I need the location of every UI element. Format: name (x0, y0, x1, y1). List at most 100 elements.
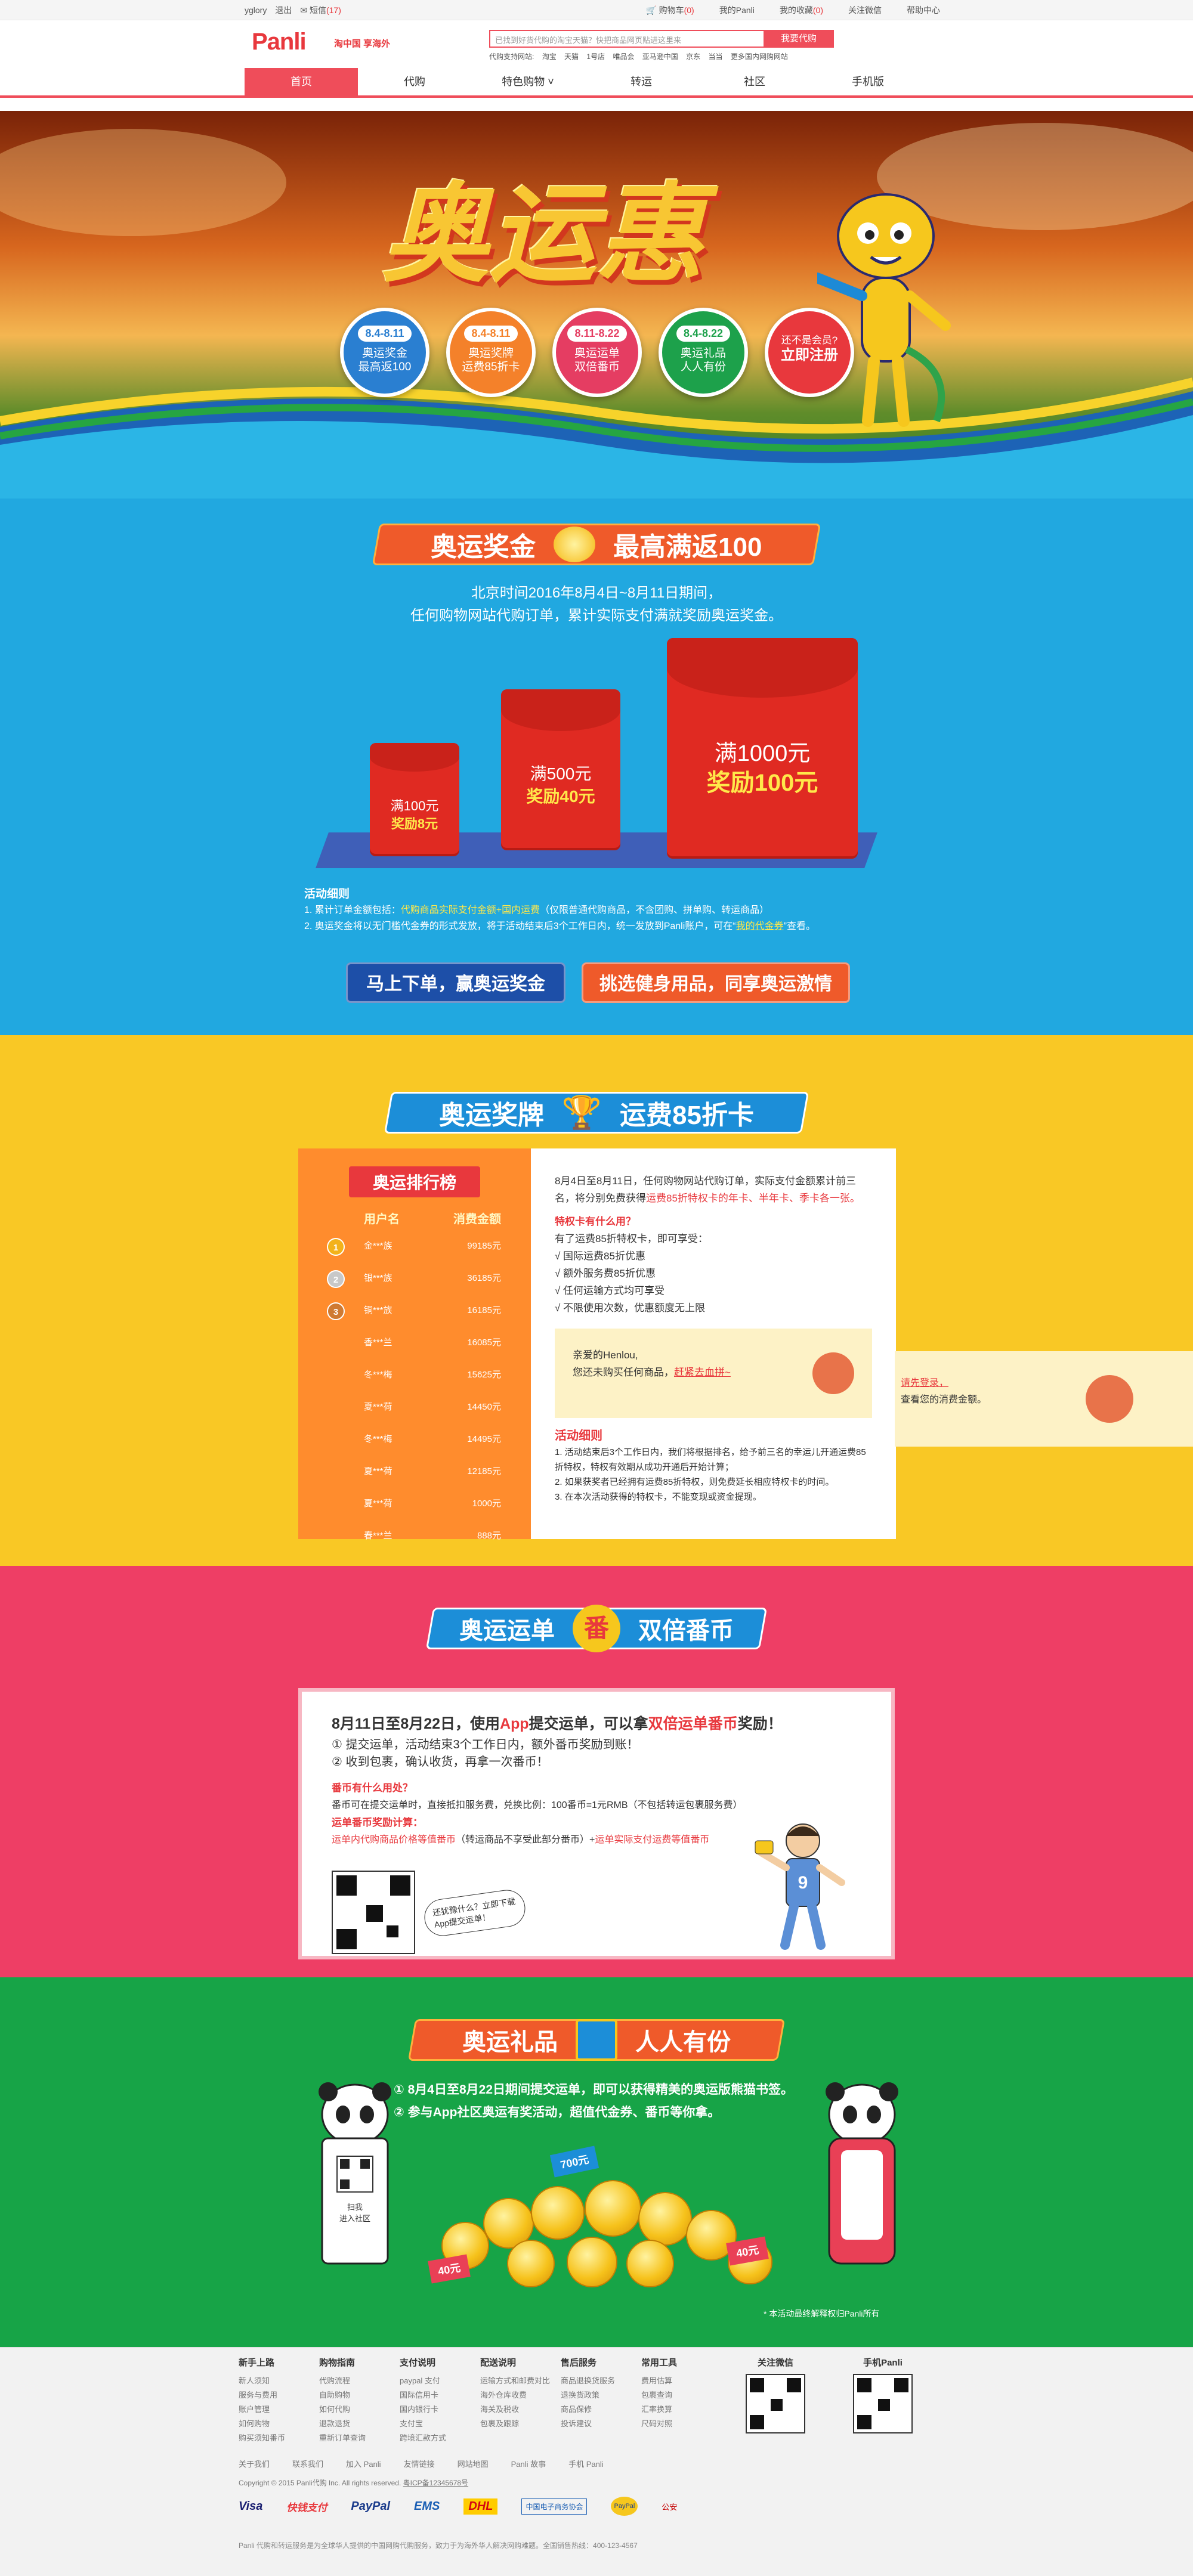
footer-link[interactable]: paypal 支付 (400, 2374, 480, 2388)
order-now-button[interactable]: 马上下单，赢奥运奖金 (346, 962, 565, 1003)
footer-link[interactable]: 网站地图 (458, 2460, 489, 2469)
nav-mobile[interactable]: 手机版 (811, 68, 925, 95)
fitness-products-button[interactable]: 挑选健身用品，同享奥运激情 (582, 962, 850, 1003)
help-center-link[interactable]: 帮助中心 (907, 4, 940, 16)
payment-logos: Visa 快钱支付 PayPal EMS DHL 中国电子商务协会 PayPal… (239, 2497, 677, 2516)
site-link[interactable]: 唯品会 (613, 52, 634, 61)
rule-1: 1. 累计订单金额包括：代购商品实际支付金额+国内运费（仅限普通代购商品，不含团… (304, 902, 815, 918)
footer-link[interactable]: 运输方式和邮费对比 (480, 2374, 561, 2388)
footer-link[interactable]: Panli 故事 (511, 2460, 546, 2469)
nav-community[interactable]: 社区 (698, 68, 811, 95)
footer-link[interactable]: 支付宝 (400, 2417, 480, 2431)
footer-link[interactable]: 联系我们 (292, 2460, 323, 2469)
login-prompt-link[interactable]: 请先登录， (901, 1375, 1193, 1392)
badge-olympic-waybill[interactable]: 8.11-8.22 奥运运单 双倍番币 (552, 308, 642, 397)
medal-intro: 8月4日至8月11日，任何购物网站代购订单，实际支付金额累计前三名，将分别免费获… (555, 1172, 872, 1207)
tier-condition: 满1000元 (714, 741, 811, 766)
footer-link[interactable]: 手机 Panli (568, 2460, 604, 2469)
panli-logo[interactable]: Panli (252, 29, 307, 55)
footer-link[interactable]: 关于我们 (239, 2460, 270, 2469)
badge-olympic-bonus[interactable]: 8.4-8.11 奥运奖金 最高返100 (340, 308, 429, 397)
footer-link[interactable]: 跨境汇款方式 (400, 2431, 480, 2445)
my-panli-link[interactable]: 我的Panli (719, 4, 755, 16)
bonus-desc-line1: 北京时间2016年8月4日~8月11日期间， (471, 585, 722, 601)
trophy-icon: 🏆 (561, 1094, 602, 1131)
user-status-box: 亲爱的Henlou, 您还未购买任何商品，赶紧去血拼~ (555, 1329, 872, 1418)
site-link[interactable]: 1号店 (586, 52, 605, 61)
footer-link[interactable]: 退款退货 (319, 2417, 400, 2431)
footer-link[interactable]: 汇率换算 (641, 2402, 722, 2417)
paypal-badge-logo: PayPal (611, 2497, 638, 2516)
footer-link[interactable]: 费用估算 (641, 2374, 722, 2388)
footer-col-title: 新手上路 (239, 2358, 275, 2368)
voucher-tag-700: 700元 (549, 2145, 599, 2178)
footer-link[interactable]: 购买须知番币 (239, 2431, 319, 2445)
ranking-row: 1 金***族 99185元 (298, 1230, 531, 1262)
footer-link[interactable]: 加入 Panli (346, 2460, 381, 2469)
footer-columns: 新手上路 新人须知 服务与费用 账户管理 如何购物 购买须知番币 购物指南 代购流程 自助购物… (239, 2356, 937, 2445)
nav-daigou[interactable]: 代购 (358, 68, 471, 95)
rank-user: 铜***族 (364, 1305, 392, 1315)
follow-wechat-link[interactable]: 关注微信 (848, 4, 882, 16)
ranking-row: 夏***荷 1000元 (298, 1488, 531, 1520)
rule-2-text: 2. 奥运奖金将以无门槛代金券的形式发放，将于活动结束后3个工作日内，统一发放到… (304, 921, 736, 931)
col-amount: 消费金额 (453, 1213, 501, 1226)
favorites-link[interactable]: 我的收藏(0) (780, 4, 823, 16)
greeting: 亲爱的Henlou, (573, 1349, 638, 1361)
app-qr-code[interactable] (332, 1871, 415, 1954)
footer-link[interactable]: 服务与费用 (239, 2388, 319, 2402)
nav-forwarding[interactable]: 转运 (585, 68, 698, 95)
footer-link[interactable]: 国内银行卡 (400, 2402, 480, 2417)
footer-link[interactable]: 新人须知 (239, 2374, 319, 2388)
logout-link[interactable]: 退出 (275, 4, 292, 16)
footer-link[interactable]: 自助购物 (319, 2388, 400, 2402)
site-link[interactable]: 当当 (709, 52, 723, 61)
site-link[interactable]: 更多国内网购网站 (731, 52, 788, 61)
favorites-label: 我的收藏 (779, 5, 813, 15)
site-link[interactable]: 天猫 (564, 52, 579, 61)
nav-home[interactable]: 首页 (245, 68, 358, 95)
footer-link[interactable]: 海外仓库收费 (480, 2388, 561, 2402)
footer-link[interactable]: 重新订单查询 (319, 2431, 400, 2445)
footer-link[interactable]: 包裹及跟踪 (480, 2417, 561, 2431)
qr-finder (787, 2378, 801, 2392)
cart-link[interactable]: 🛒 购物车(0) (646, 4, 694, 16)
footer-link[interactable]: 如何代购 (319, 2402, 400, 2417)
footer-link[interactable]: 海关及税收 (480, 2402, 561, 2417)
search-button[interactable]: 我要代购 (764, 30, 834, 48)
site-link[interactable]: 淘宝 (542, 52, 557, 61)
privilege-item: √ 不限使用次数，优惠额度无上限 (555, 1302, 706, 1314)
qr-module (366, 1905, 383, 1922)
footer-link[interactable]: 账户管理 (239, 2402, 319, 2417)
footer-link[interactable]: 国际信用卡 (400, 2388, 480, 2402)
badge-olympic-medal[interactable]: 8.4-8.11 奥运奖牌 运费85折卡 (446, 308, 536, 397)
top-bar: yglory 退出 ✉ 短信(17) 🛒 购物车(0) 我的Panli 我的收藏… (0, 0, 1193, 20)
coin (585, 2180, 641, 2237)
footer-link[interactable]: 如何购物 (239, 2417, 319, 2431)
section-title-right: 最高满返100 (613, 532, 762, 562)
icp-link[interactable]: 粤ICP备12345678号 (403, 2479, 468, 2487)
go-shopping-link[interactable]: 赶紧去血拼~ (674, 1367, 731, 1378)
privilege-item: √ 任何运输方式均可享受 (555, 1285, 665, 1296)
red-envelope-1000: 满1000元 奖励100元 (667, 638, 858, 859)
footer-link[interactable]: 商品退换货服务 (561, 2374, 641, 2388)
badge-olympic-gift[interactable]: 8.4-8.22 奥运礼品 人人有份 (659, 308, 748, 397)
site-link[interactable]: 京东 (686, 52, 700, 61)
footer-link[interactable]: 商品保修 (561, 2402, 641, 2417)
wechat-qr-code[interactable] (746, 2374, 805, 2433)
footer-link[interactable]: 投诉建议 (561, 2417, 641, 2431)
mobile-app-qr-code[interactable] (853, 2374, 913, 2433)
privilege-question: 特权卡有什么用？ (555, 1216, 636, 1227)
site-link[interactable]: 亚马逊中国 (642, 52, 678, 61)
messages-link[interactable]: ✉ 短信(17) (300, 4, 341, 16)
coin-badge: 番 (573, 1605, 620, 1652)
footer-link[interactable]: 友情链接 (404, 2460, 435, 2469)
supported-sites: 代购支持网站: 淘宝 天猫 1号店 唯品会 亚马逊中国 京东 当当 更多国内网购… (489, 51, 794, 61)
username-link[interactable]: yglory (245, 5, 267, 15)
footer-link[interactable]: 包裹查询 (641, 2388, 722, 2402)
footer-link[interactable]: 代购流程 (319, 2374, 400, 2388)
nav-special-shopping[interactable]: 特色购物 ˅ (471, 68, 585, 95)
my-vouchers-link[interactable]: 我的代金券 (736, 921, 784, 931)
footer-link[interactable]: 退换货政策 (561, 2388, 641, 2402)
footer-link[interactable]: 尺码对照 (641, 2417, 722, 2431)
